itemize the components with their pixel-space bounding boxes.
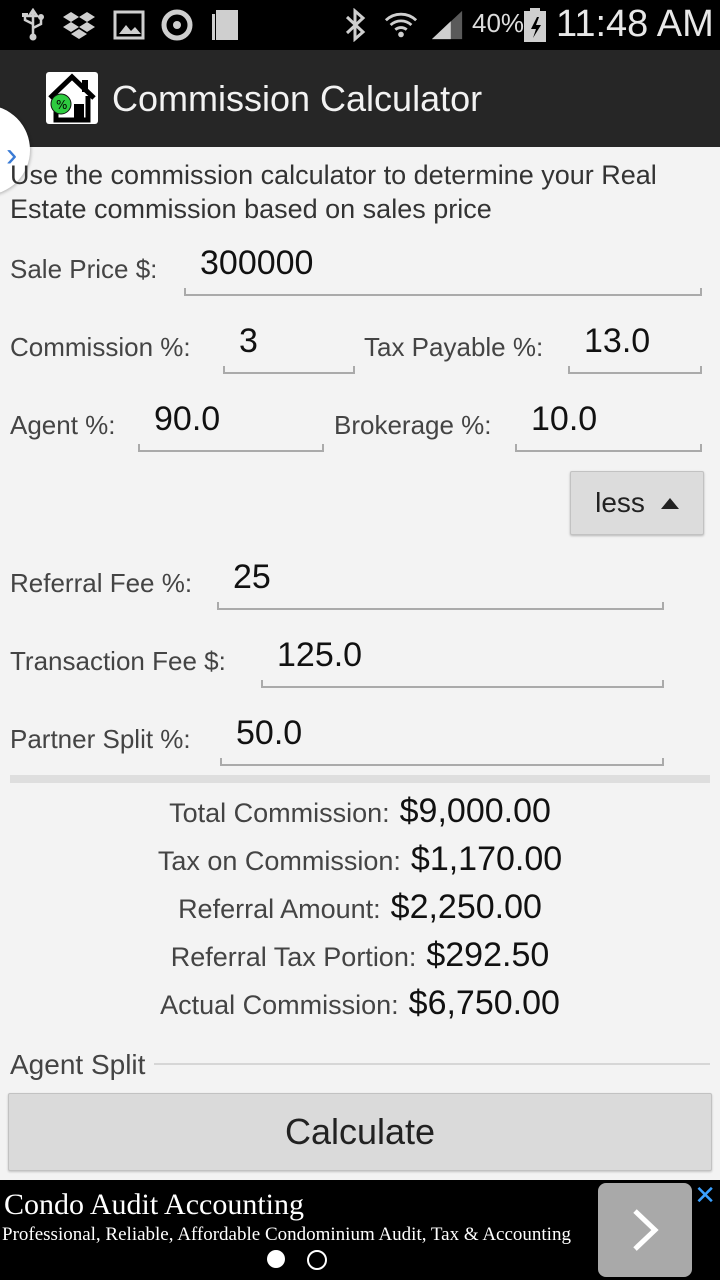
ad-banner[interactable]: Condo Audit Accounting Professional, Rel… [0,1180,720,1280]
sale-price-label: Sale Price $: [10,254,158,284]
partner-split-label: Partner Split %: [10,724,191,754]
referral-fee-label: Referral Fee %: [10,568,193,598]
ad-description: Professional, Reliable, Affordable Condo… [2,1224,571,1245]
tax-payable-input[interactable]: 13.0 [568,322,702,374]
referral-tax-value: $292.50 [426,936,550,974]
usb-icon [16,8,50,42]
dropbox-icon [62,8,96,42]
battery-icon [518,8,552,42]
ad-open-button[interactable] [598,1183,692,1277]
referral-tax-row: Referral Tax Portion: $292.50 [0,936,720,975]
agent-split-header: Agent Split [10,1049,146,1080]
app-logo-icon[interactable]: % [46,72,98,124]
tax-on-commission-label: Tax on Commission: [157,846,401,876]
action-bar: % Commission Calculator [0,50,720,147]
page-dot-active[interactable] [267,1250,285,1268]
clock: 11:48 AM [556,3,714,45]
partner-split-input[interactable]: 50.0 [220,714,664,766]
calculate-button[interactable]: Calculate [8,1093,712,1171]
brokerage-label: Brokerage %: [334,410,492,440]
actual-commission-row: Actual Commission: $6,750.00 [0,984,720,1023]
bluetooth-icon [338,8,372,42]
total-commission-value: $9,000.00 [399,792,551,830]
brokerage-input[interactable]: 10.0 [515,400,702,452]
ad-title[interactable]: Condo Audit Accounting [4,1188,304,1222]
tax-on-commission-value: $1,170.00 [410,840,563,878]
sale-price-input[interactable]: 300000 [184,244,702,296]
intro-text: Use the commission calculator to determi… [10,160,657,224]
caret-up-icon [660,497,679,509]
battery-percent: 40% [472,8,525,38]
sync-icon [160,8,194,42]
section-divider [10,775,710,783]
less-toggle-label: less [595,487,645,518]
status-bar: 40% 11:48 AM [0,0,720,50]
tax-on-commission-row: Tax on Commission: $1,170.00 [0,840,720,879]
total-commission-row: Total Commission: $9,000.00 [0,792,720,831]
transaction-fee-label: Transaction Fee $: [10,646,226,676]
image-icon [112,8,146,42]
page-dot[interactable] [307,1250,327,1270]
commission-label: Commission %: [10,332,191,362]
wifi-icon [384,8,418,42]
app-title: Commission Calculator [112,78,483,119]
ad-close-icon[interactable]: ✕ [694,1180,716,1211]
referral-fee-input[interactable]: 25 [217,558,664,610]
signal-icon [430,8,464,42]
transaction-fee-input[interactable]: 125.0 [261,636,664,688]
chevron-right-icon [633,1209,659,1251]
total-commission-label: Total Commission: [169,798,390,828]
commission-input[interactable]: 3 [223,322,355,374]
sim-icon [208,8,242,42]
referral-amount-label: Referral Amount: [178,894,381,924]
agent-split-divider [154,1063,710,1065]
tax-payable-label: Tax Payable %: [364,332,544,362]
less-toggle-button[interactable]: less [570,471,704,535]
referral-amount-value: $2,250.00 [390,888,542,926]
actual-commission-label: Actual Commission: [160,990,399,1020]
actual-commission-value: $6,750.00 [408,984,560,1022]
svg-text:%: % [56,98,67,112]
referral-amount-row: Referral Amount: $2,250.00 [0,888,720,927]
referral-tax-label: Referral Tax Portion: [170,942,417,972]
agent-label: Agent %: [10,410,116,440]
agent-input[interactable]: 90.0 [138,400,324,452]
